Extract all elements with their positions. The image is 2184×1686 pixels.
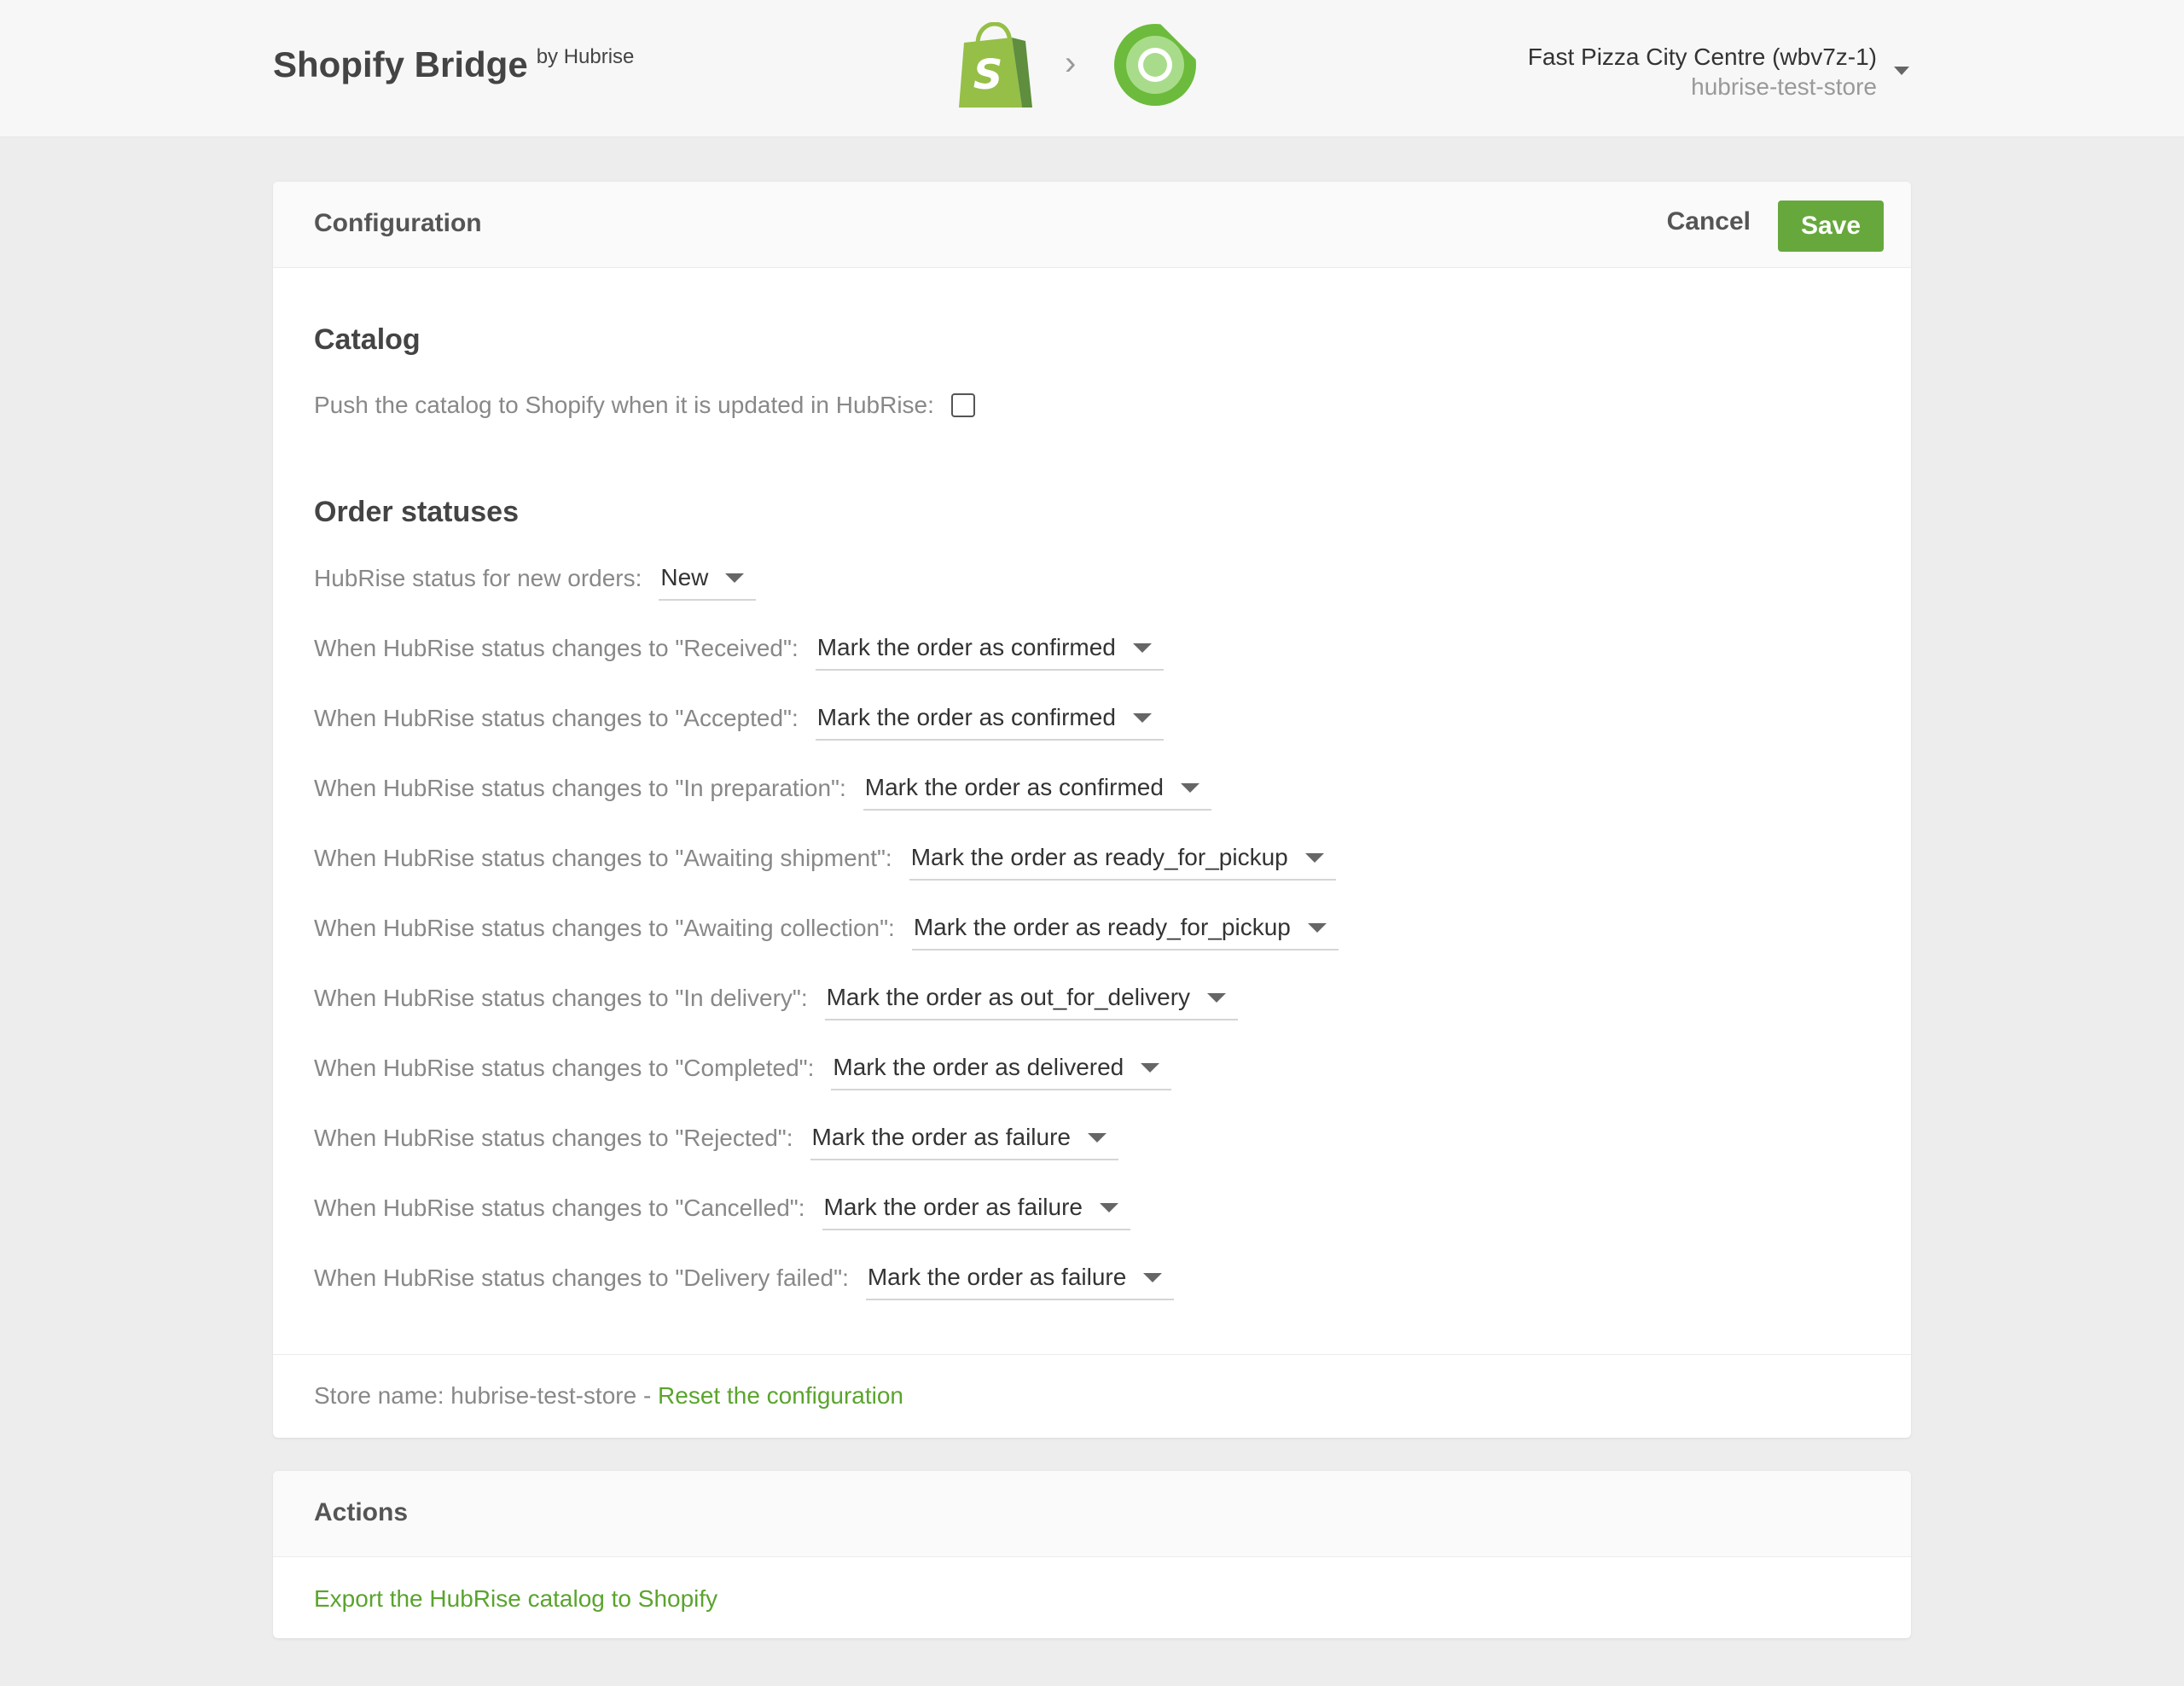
select-value: Mark the order as failure (823, 1194, 1083, 1220)
select-value: Mark the order as failure (811, 1124, 1071, 1150)
chevron-down-icon (1304, 852, 1324, 863)
configuration-footer: Store name: hubrise-test-store - Reset t… (273, 1354, 1911, 1439)
actions-card: Actions Export the HubRise catalog to Sh… (273, 1471, 1911, 1638)
chevron-down-icon (725, 573, 745, 583)
select-value: Mark the order as delivered (833, 1054, 1124, 1080)
status-row-completed: When HubRise status changes to "Complete… (314, 1043, 1172, 1094)
status-row-awaiting-shipment: When HubRise status changes to "Awaiting… (314, 833, 1336, 884)
status-label: When HubRise status changes to "Accepted… (314, 705, 799, 731)
status-label: When HubRise status changes to "Awaiting… (314, 915, 895, 941)
chevron-down-icon (1132, 642, 1152, 653)
hubrise-logo-icon (1114, 24, 1199, 106)
status-row-in-delivery: When HubRise status changes to "In deliv… (314, 973, 1239, 1024)
status-select-accepted[interactable]: Mark the order as confirmed (815, 696, 1164, 741)
reset-configuration-link[interactable]: Reset the configuration (658, 1382, 903, 1409)
status-label: When HubRise status changes to "In deliv… (314, 985, 808, 1011)
status-select-delivery-failed[interactable]: Mark the order as failure (865, 1256, 1175, 1300)
chevron-down-icon (1100, 1202, 1118, 1212)
status-row-rejected: When HubRise status changes to "Rejected… (314, 1113, 1118, 1164)
status-label: When HubRise status changes to "Awaiting… (314, 845, 892, 871)
new-orders-select[interactable]: New (659, 556, 757, 601)
new-orders-row: HubRise status for new orders: New (314, 553, 757, 604)
select-value: New (660, 564, 709, 590)
status-label: When HubRise status changes to "Delivery… (314, 1264, 849, 1291)
svg-text:S: S (973, 51, 1003, 99)
select-value: Mark the order as confirmed (816, 704, 1116, 730)
account-name: Fast Pizza City Centre (wbv7z-1) (1527, 44, 1877, 70)
catalog-push-label: Push the catalog to Shopify when it is u… (314, 392, 934, 418)
chevron-down-icon (1207, 992, 1227, 1003)
status-select-rejected[interactable]: Mark the order as failure (810, 1116, 1118, 1160)
select-value: Mark the order as confirmed (816, 634, 1116, 660)
select-value: Mark the order as failure (867, 1264, 1127, 1290)
brand-by: by Hubrise (536, 45, 635, 68)
export-catalog-link[interactable]: Export the HubRise catalog to Shopify (314, 1585, 717, 1613)
shopify-logo-icon: S (959, 22, 1032, 108)
cancel-button[interactable]: Cancel (1667, 207, 1751, 236)
status-label: When HubRise status changes to "Complete… (314, 1055, 815, 1081)
chevron-down-icon (1307, 922, 1327, 933)
catalog-title: Catalog (314, 323, 421, 356)
select-value: Mark the order as out_for_delivery (826, 984, 1191, 1010)
chevron-down-icon (1180, 782, 1199, 793)
chevron-right-icon: › (1065, 44, 1077, 82)
status-select-received[interactable]: Mark the order as confirmed (815, 626, 1164, 671)
status-label: When HubRise status changes to "Rejected… (314, 1125, 793, 1151)
status-row-awaiting-collection: When HubRise status changes to "Awaiting… (314, 903, 1339, 954)
status-row-delivery-failed: When HubRise status changes to "Delivery… (314, 1253, 1175, 1304)
select-value: Mark the order as ready_for_pickup (910, 844, 1288, 870)
chevron-down-icon (1141, 1062, 1160, 1073)
account-switcher[interactable]: Fast Pizza City Centre (wbv7z-1) hubrise… (1528, 43, 1877, 102)
status-select-awaiting-collection[interactable]: Mark the order as ready_for_pickup (911, 906, 1339, 951)
top-bar: Shopify Bridge by Hubrise S › Fast Pizza … (0, 0, 2184, 137)
chevron-down-icon (1143, 1272, 1163, 1282)
chevron-down-icon (1087, 1132, 1107, 1142)
store-name-text: Store name: hubrise-test-store - (314, 1382, 659, 1409)
status-select-cancelled[interactable]: Mark the order as failure (822, 1186, 1130, 1230)
status-row-cancelled: When HubRise status changes to "Cancelle… (314, 1183, 1130, 1234)
new-orders-label: HubRise status for new orders: (314, 565, 642, 591)
save-button[interactable]: Save (1778, 201, 1884, 252)
select-value: Mark the order as ready_for_pickup (913, 914, 1291, 940)
catalog-push-checkbox[interactable] (950, 393, 975, 417)
status-row-in-preparation: When HubRise status changes to "In prepa… (314, 763, 1211, 814)
status-select-completed[interactable]: Mark the order as delivered (831, 1046, 1172, 1090)
status-row-accepted: When HubRise status changes to "Accepted… (314, 693, 1164, 744)
account-store: hubrise-test-store (1691, 73, 1877, 100)
brand-title: Shopify Bridge (273, 44, 528, 84)
status-select-in-preparation[interactable]: Mark the order as confirmed (863, 766, 1211, 811)
status-row-received: When HubRise status changes to "Received… (314, 623, 1164, 674)
status-select-in-delivery[interactable]: Mark the order as out_for_delivery (824, 976, 1239, 1020)
status-label: When HubRise status changes to "In prepa… (314, 775, 846, 801)
chevron-down-icon (1132, 712, 1152, 723)
brand: Shopify Bridge by Hubrise (273, 44, 634, 85)
footer-text: Store name: hubrise-test-store - Reset t… (314, 1382, 903, 1410)
status-label: When HubRise status changes to "Cancelle… (314, 1195, 805, 1221)
actions-title: Actions (314, 1498, 409, 1526)
catalog-push-row: Push the catalog to Shopify when it is u… (314, 380, 975, 431)
configuration-card: Configuration Cancel Save Catalog Push t… (273, 182, 1911, 1438)
configuration-header: Configuration Cancel Save (273, 182, 1911, 268)
status-select-awaiting-shipment[interactable]: Mark the order as ready_for_pickup (909, 836, 1336, 881)
configuration-title: Configuration (314, 209, 482, 237)
chevron-down-icon[interactable] (1894, 67, 1909, 75)
select-value: Mark the order as confirmed (864, 774, 1164, 800)
actions-header: Actions (273, 1471, 1911, 1557)
order-statuses-title: Order statuses (314, 496, 519, 528)
status-label: When HubRise status changes to "Received… (314, 635, 799, 661)
